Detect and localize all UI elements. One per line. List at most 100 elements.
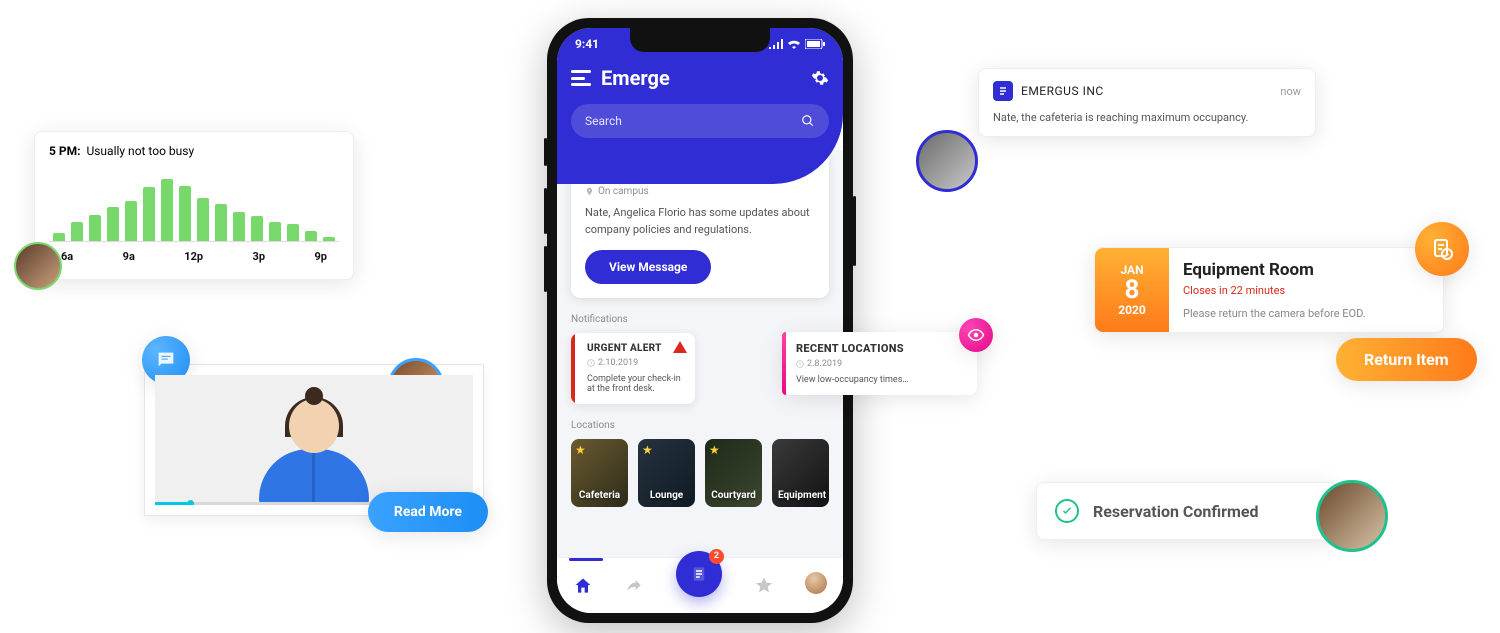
- avatar: [1316, 480, 1388, 552]
- phone-side-button: [853, 196, 856, 266]
- check-icon: [1061, 505, 1073, 517]
- video-card-wrap: Read More: [144, 338, 484, 516]
- tab-star[interactable]: [754, 576, 774, 596]
- menu-icon[interactable]: [571, 70, 591, 86]
- notif-stripe: [782, 332, 786, 395]
- phone-side-button: [544, 188, 547, 234]
- return-item-button[interactable]: Return Item: [1336, 338, 1477, 381]
- search-input[interactable]: Search: [571, 104, 829, 138]
- notif-body: View low-occupancy times…: [796, 375, 967, 385]
- tab-share[interactable]: [624, 576, 644, 596]
- tab-home[interactable]: [573, 576, 593, 596]
- avatar: [916, 130, 978, 192]
- avatar-icon: [805, 572, 827, 594]
- doc-icon: [690, 565, 708, 583]
- push-time: now: [1280, 85, 1301, 98]
- fab-badge: 2: [709, 549, 724, 564]
- chat-icon: [155, 349, 177, 371]
- location-label: Equipment: [778, 490, 823, 501]
- chart-bar: [323, 237, 335, 241]
- axis-tick: 9p: [314, 250, 327, 263]
- phone-notch: [630, 28, 770, 52]
- location-label: Courtyard: [711, 490, 756, 501]
- chart-bar: [143, 187, 155, 241]
- location-card-lounge[interactable]: ★ Lounge: [638, 439, 695, 507]
- popular-times-card: 5 PM: Usually not too busy 6a 9a 12p 3p …: [34, 131, 354, 280]
- doc-icon: [997, 85, 1009, 97]
- star-icon: [754, 576, 774, 596]
- notif-title: RECENT LOCATIONS: [796, 342, 967, 355]
- eye-icon: [967, 326, 985, 344]
- app-header: Emerge Search: [557, 60, 843, 184]
- chart-bar: [197, 198, 209, 241]
- notif-body: Complete your check-in at the front desk…: [587, 374, 685, 394]
- notification-card[interactable]: URGENT ALERT 2.10.2019 Complete your che…: [571, 333, 695, 404]
- star-icon: ★: [575, 443, 586, 457]
- location-label: Lounge: [644, 490, 689, 501]
- notif-date: 2.8.2019: [807, 359, 842, 369]
- battery-icon: [805, 39, 825, 49]
- view-message-button[interactable]: View Message: [585, 250, 711, 284]
- phone-side-button: [544, 138, 547, 166]
- location-label: Cafeteria: [577, 490, 622, 501]
- axis-tick: 12p: [184, 250, 203, 263]
- star-icon: ★: [642, 443, 653, 457]
- equipment-badge: [1415, 222, 1469, 276]
- chart-bar: [233, 212, 245, 241]
- chart-bar: [287, 224, 299, 241]
- phone-screen: 9:41 Emerge Search Recent Updates: [557, 28, 843, 613]
- push-app-name: EMERGUS INC: [1021, 84, 1272, 98]
- notif-stripe: [571, 333, 575, 404]
- check-circle-icon: [1055, 499, 1079, 523]
- search-icon: [801, 114, 815, 128]
- notif-title: URGENT ALERT: [587, 343, 685, 354]
- location-card-equipment[interactable]: Equipment: [772, 439, 829, 507]
- push-app-icon: [993, 81, 1013, 101]
- chart-bar: [251, 216, 263, 241]
- location-card-courtyard[interactable]: ★ Courtyard: [705, 439, 762, 507]
- axis-tick: 6a: [61, 250, 73, 263]
- section-locations: Locations: [571, 420, 829, 431]
- push-notification[interactable]: EMERGUS INC now Nate, the cafeteria is r…: [978, 68, 1316, 137]
- home-icon: [573, 576, 593, 596]
- chart-bar: [107, 207, 119, 242]
- reservation-text: Reservation Confirmed: [1093, 502, 1259, 521]
- notif-date: 2.10.2019: [598, 358, 638, 368]
- chart-bar: [71, 222, 83, 241]
- reservation-card: Reservation Confirmed: [1036, 482, 1336, 540]
- chart-bar: [215, 204, 227, 241]
- search-placeholder: Search: [585, 114, 801, 128]
- read-more-button[interactable]: Read More: [368, 492, 488, 532]
- avatar: [14, 242, 62, 290]
- equipment-card[interactable]: JAN 8 2020 Equipment Room Closes in 22 m…: [1094, 247, 1444, 333]
- date-year: 2020: [1118, 303, 1146, 317]
- signal-icon: [769, 39, 783, 49]
- status-time: 9:41: [575, 37, 599, 51]
- section-notifications: Notifications: [571, 314, 829, 325]
- gear-icon[interactable]: [811, 69, 829, 87]
- chart-bar: [179, 186, 191, 241]
- tab-indicator: [569, 558, 603, 561]
- popular-times-title: 5 PM: Usually not too busy: [49, 144, 339, 158]
- chart-bar: [125, 201, 137, 241]
- chart-bar: [269, 222, 281, 241]
- notification-card-recent-locations[interactable]: RECENT LOCATIONS 2.8.2019 View low-occup…: [782, 332, 977, 395]
- pin-icon: [585, 187, 594, 196]
- star-icon: ★: [709, 443, 720, 457]
- chart-bar: [161, 179, 173, 241]
- popular-times-axis: 6a 9a 12p 3p 9p: [49, 250, 339, 263]
- equipment-note: Please return the camera before EOD.: [1183, 307, 1366, 320]
- share-icon: [624, 576, 644, 596]
- equipment-closes: Closes in 22 minutes: [1183, 284, 1366, 297]
- phone-frame: 9:41 Emerge Search Recent Updates: [547, 18, 853, 623]
- location-card-cafeteria[interactable]: ★ Cafeteria: [571, 439, 628, 507]
- tab-bar: 2: [557, 557, 843, 613]
- tab-profile[interactable]: [805, 572, 827, 599]
- equipment-date: JAN 8 2020: [1095, 248, 1169, 332]
- axis-tick: 3p: [253, 250, 266, 263]
- card-location: On campus: [598, 186, 649, 197]
- center-fab[interactable]: 2: [676, 551, 722, 597]
- person-illustration: [254, 395, 374, 505]
- chart-bar: [305, 231, 317, 241]
- popular-times-hour: 5 PM:: [49, 144, 81, 158]
